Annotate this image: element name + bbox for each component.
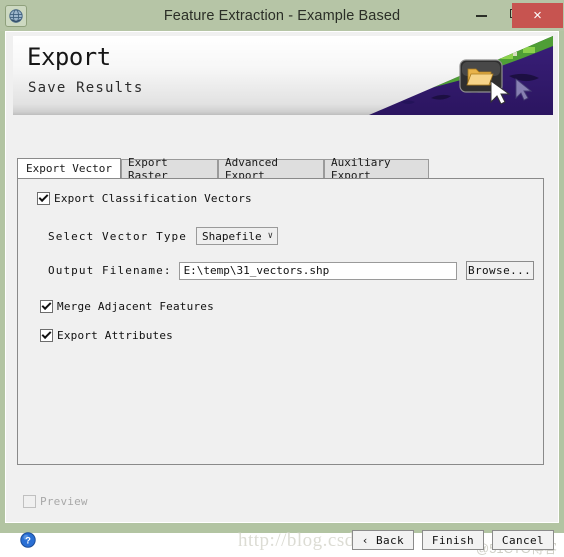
- export-classification-vectors-label: Export Classification Vectors: [54, 192, 252, 205]
- wizard-banner: Export Save Results: [13, 36, 553, 115]
- vector-type-label: Select Vector Type: [48, 229, 188, 243]
- tab-label: Export Vector: [25, 162, 113, 175]
- globe-icon: [5, 4, 27, 27]
- question-mark-icon[interactable]: ?: [20, 532, 36, 548]
- export-attributes-checkbox[interactable]: [40, 329, 53, 342]
- satellite-image: [313, 36, 553, 115]
- export-attributes-label: Export Attributes: [57, 329, 173, 342]
- minimize-icon: [475, 15, 487, 17]
- banner-title: Export: [27, 43, 111, 71]
- tab-auxiliary-export[interactable]: Auxiliary Export: [324, 156, 429, 182]
- export-classification-vectors-row[interactable]: Export Classification Vectors: [37, 192, 252, 205]
- minimize-button[interactable]: [466, 0, 496, 27]
- banner-subtitle: Save Results: [28, 80, 144, 96]
- output-filename-row: Output Filename: E:\temp\31_vectors.shp …: [48, 261, 534, 280]
- preview-checkbox: [23, 495, 36, 508]
- merge-adjacent-features-checkbox[interactable]: [40, 300, 53, 313]
- finish-button[interactable]: Finish: [422, 530, 484, 550]
- output-filename-input[interactable]: E:\temp\31_vectors.shp: [178, 261, 457, 280]
- merge-adjacent-features-label: Merge Adjacent Features: [57, 300, 214, 313]
- browse-button[interactable]: Browse...: [465, 261, 534, 280]
- export-attributes-row[interactable]: Export Attributes: [40, 329, 173, 342]
- vector-type-value: Shapefile: [202, 229, 262, 243]
- export-classification-vectors-checkbox[interactable]: [37, 192, 50, 205]
- tab-export-raster[interactable]: Export Raster: [121, 156, 218, 182]
- vector-type-row: Select Vector Type Shapefile ∨: [48, 227, 279, 245]
- cancel-button[interactable]: Cancel: [492, 530, 554, 550]
- tab-advanced-export[interactable]: Advanced Export: [218, 156, 324, 182]
- dialog-client-area: Export Save Results Export Vector Export…: [5, 31, 559, 556]
- preview-label: Preview: [40, 495, 88, 508]
- export-vector-panel: Export Classification Vectors Select Vec…: [17, 178, 544, 465]
- close-icon: ×: [533, 7, 542, 24]
- title-bar: Feature Extraction - Example Based ×: [0, 0, 564, 31]
- chevron-down-icon: ∨: [267, 230, 274, 241]
- vector-type-dropdown[interactable]: Shapefile ∨: [196, 227, 279, 245]
- footer-button-group: ‹ Back Finish Cancel: [352, 530, 554, 550]
- tab-strip: Export Vector Export Raster Advanced Exp…: [17, 156, 544, 182]
- tab-export-vector[interactable]: Export Vector: [17, 158, 121, 178]
- close-button[interactable]: ×: [512, 3, 563, 28]
- back-button[interactable]: ‹ Back: [352, 530, 414, 550]
- output-filename-label: Output Filename:: [48, 264, 172, 277]
- merge-adjacent-features-row[interactable]: Merge Adjacent Features: [40, 300, 214, 313]
- dialog-window: Feature Extraction - Example Based × Exp…: [0, 0, 564, 556]
- preview-row: Preview: [23, 495, 88, 508]
- svg-text:?: ?: [25, 536, 31, 547]
